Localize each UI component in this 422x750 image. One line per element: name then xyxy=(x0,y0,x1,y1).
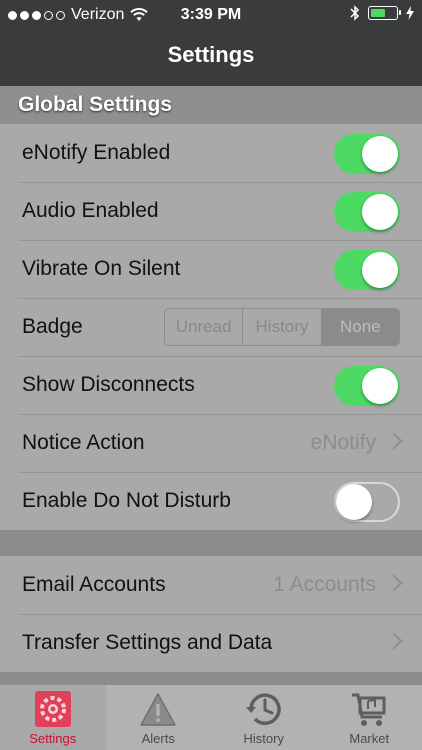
section-header-label: Global Settings xyxy=(18,93,173,116)
vibrate-on-silent-toggle[interactable] xyxy=(334,250,400,290)
top-bar: Verizon 3:39 PM Settings xyxy=(0,0,422,86)
section-header-global: Global Settings xyxy=(0,86,422,124)
chevron-right-icon xyxy=(385,432,403,450)
badge-option-history[interactable]: History xyxy=(243,309,322,345)
row-vibrate-on-silent: Vibrate On Silent xyxy=(0,240,422,298)
history-clock-icon xyxy=(245,693,281,725)
row-show-disconnects: Show Disconnects xyxy=(0,356,422,414)
status-bar: Verizon 3:39 PM xyxy=(0,0,422,30)
tab-alerts[interactable]: Alerts xyxy=(106,685,212,750)
status-right xyxy=(350,5,414,21)
show-disconnects-toggle[interactable] xyxy=(334,366,400,406)
row-label: Show Disconnects xyxy=(22,373,195,396)
gear-icon xyxy=(34,691,71,727)
row-label: Email Accounts xyxy=(22,573,166,596)
toggle-knob xyxy=(336,484,372,520)
global-settings-group: eNotify Enabled Audio Enabled Vibrate On… xyxy=(0,124,422,530)
badge-option-unread[interactable]: Unread xyxy=(165,309,244,345)
chevron-right-icon xyxy=(385,632,403,650)
row-label: Audio Enabled xyxy=(22,199,159,222)
chevron-right-icon xyxy=(385,574,403,592)
notice-action-value: eNotify xyxy=(310,431,376,454)
email-accounts-value: 1 Accounts xyxy=(273,573,376,596)
shopping-cart-icon xyxy=(352,693,386,726)
enotify-enabled-toggle[interactable] xyxy=(334,134,400,174)
toggle-knob xyxy=(362,368,398,404)
audio-enabled-toggle[interactable] xyxy=(334,192,400,232)
battery-fill xyxy=(371,9,385,17)
row-audio-enabled: Audio Enabled xyxy=(0,182,422,240)
row-label: Enable Do Not Disturb xyxy=(22,489,231,512)
badge-segmented-control: Unread History None xyxy=(164,308,400,346)
row-email-accounts[interactable]: Email Accounts 1 Accounts xyxy=(0,556,422,614)
tab-label: Market xyxy=(349,731,390,746)
row-label: Badge xyxy=(22,315,83,338)
do-not-disturb-toggle[interactable] xyxy=(334,482,400,522)
row-transfer-settings[interactable]: Transfer Settings and Data xyxy=(0,614,422,672)
charging-icon xyxy=(406,6,414,20)
tab-settings[interactable]: Settings xyxy=(0,685,106,750)
tab-history[interactable]: History xyxy=(211,685,317,750)
tab-market[interactable]: Market xyxy=(317,685,422,750)
row-enable-do-not-disturb: Enable Do Not Disturb xyxy=(0,472,422,530)
tab-label: History xyxy=(243,731,284,746)
tab-bar: Settings Alerts History Market xyxy=(0,684,422,750)
row-label: eNotify Enabled xyxy=(22,141,171,164)
tab-label: Alerts xyxy=(141,731,175,746)
battery-icon xyxy=(368,6,401,20)
tab-label: Settings xyxy=(29,731,77,746)
page-title: Settings xyxy=(167,42,255,67)
row-label: Vibrate On Silent xyxy=(22,257,181,280)
row-enotify-enabled: eNotify Enabled xyxy=(0,124,422,182)
row-notice-action[interactable]: Notice Action eNotify xyxy=(0,414,422,472)
toggle-knob xyxy=(362,194,398,230)
accounts-group: Email Accounts 1 Accounts Transfer Setti… xyxy=(0,556,422,672)
row-label: Notice Action xyxy=(22,431,145,454)
badge-option-none[interactable]: None xyxy=(321,309,399,345)
toggle-knob xyxy=(362,252,398,288)
row-label: Transfer Settings and Data xyxy=(22,631,273,654)
warning-icon xyxy=(140,693,176,726)
toggle-knob xyxy=(362,136,398,172)
row-badge: Badge Unread History None xyxy=(0,298,422,356)
bluetooth-icon xyxy=(350,5,360,21)
